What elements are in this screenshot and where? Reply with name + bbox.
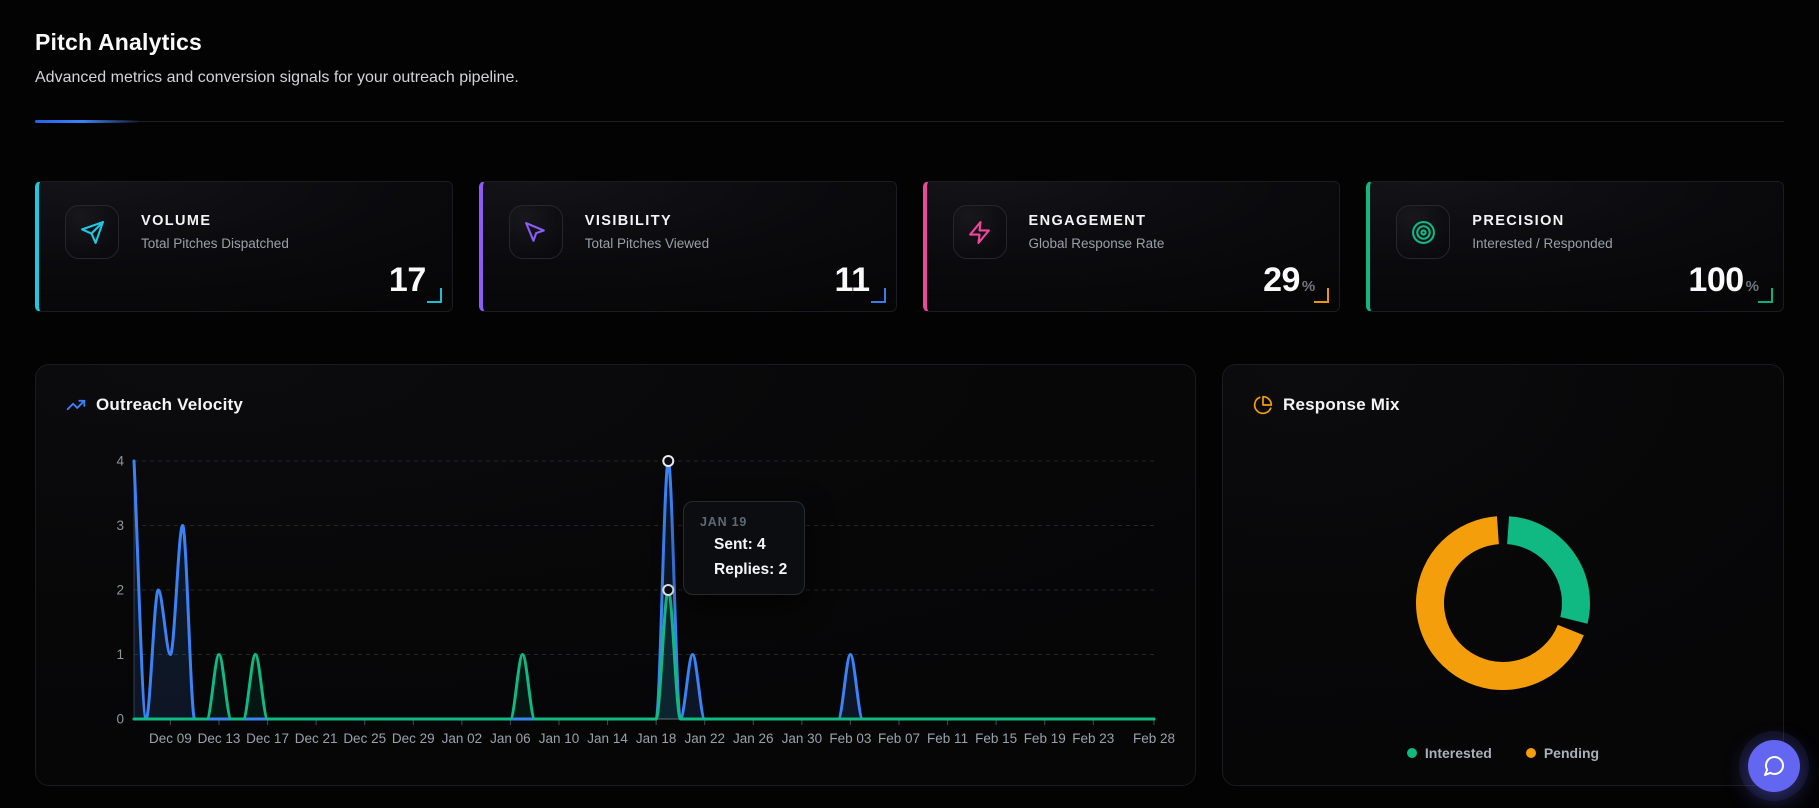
chat-icon	[1764, 756, 1784, 776]
divider-accent	[35, 120, 141, 123]
legend-item-interested: Interested	[1406, 745, 1492, 761]
svg-text:2: 2	[116, 583, 124, 598]
legend-dot-interested	[1406, 748, 1417, 758]
stat-label: ENGAGEMENT	[1028, 213, 1147, 229]
svg-text:Dec 21: Dec 21	[295, 731, 338, 746]
charts-row: Outreach Velocity 0 1 2 3 4 Dec 09 Dec 13 Dec 1…	[35, 364, 1784, 786]
corner-accent	[870, 288, 886, 303]
stat-description: Total Pitches Viewed	[584, 236, 710, 251]
stat-value: 11	[834, 261, 870, 299]
stat-label: VOLUME	[141, 213, 212, 229]
svg-text:Jan 14: Jan 14	[587, 731, 628, 746]
svg-text:Dec 17: Dec 17	[246, 731, 289, 746]
svg-text:Jan 06: Jan 06	[490, 731, 531, 746]
outreach-velocity-card: Outreach Velocity 0 1 2 3 4 Dec 09 Dec 13 Dec 1…	[35, 364, 1196, 786]
chat-button[interactable]	[1748, 740, 1800, 792]
svg-text:Jan 22: Jan 22	[684, 731, 725, 746]
chart-legend: Interested Pending	[1223, 745, 1783, 761]
pitch-analytics-page: Pitch Analytics Advanced metrics and con…	[0, 0, 1819, 808]
stat-description: Interested / Responded	[1472, 236, 1613, 251]
stat-label: VISIBILITY	[584, 213, 673, 229]
stat-value: 29%	[1263, 261, 1316, 299]
svg-text:Feb 28: Feb 28	[1133, 731, 1175, 746]
stat-card-volume: VOLUME Total Pitches Dispatched 17	[35, 181, 453, 312]
target-icon	[1396, 205, 1451, 259]
page-subtitle: Advanced metrics and conversion signals …	[35, 69, 519, 86]
chart-tooltip: JAN 19 Sent: 4 Replies: 2	[683, 501, 805, 595]
cursor-icon	[508, 205, 563, 259]
stat-card-visibility: VISIBILITY Total Pitches Viewed 11	[478, 181, 897, 312]
stat-card-engagement: ENGAGEMENT Global Response Rate 29%	[922, 181, 1341, 312]
response-mix-card: Response Mix Interested Pending	[1222, 364, 1784, 786]
page-title: Pitch Analytics	[35, 29, 203, 55]
legend-dot-pending	[1525, 748, 1536, 758]
legend-item-pending: Pending	[1525, 745, 1599, 761]
tooltip-replies: Replies: 2	[714, 561, 788, 578]
stat-value: 17	[388, 261, 426, 299]
stat-label: PRECISION	[1472, 213, 1565, 229]
svg-text:0: 0	[116, 712, 124, 727]
svg-text:Dec 09: Dec 09	[149, 731, 192, 746]
svg-text:Jan 30: Jan 30	[782, 731, 823, 746]
bolt-icon	[952, 205, 1007, 259]
svg-text:1: 1	[116, 647, 124, 662]
trending-up-icon	[66, 399, 86, 411]
velocity-line-chart[interactable]: 0 1 2 3 4 Dec 09 Dec 13 Dec 17 Dec 21 Dec 25 Dec 2…	[64, 435, 1184, 755]
svg-text:Feb 07: Feb 07	[878, 731, 920, 746]
svg-text:Feb 11: Feb 11	[927, 731, 968, 746]
svg-text:Dec 25: Dec 25	[343, 731, 386, 746]
stat-description: Global Response Rate	[1028, 236, 1165, 251]
tooltip-sent: Sent: 4	[714, 536, 766, 553]
tooltip-date: JAN 19	[700, 515, 748, 529]
svg-text:4: 4	[116, 454, 124, 469]
chart-title: Outreach Velocity	[96, 395, 244, 414]
corner-accent	[426, 288, 442, 303]
corner-accent	[1314, 288, 1330, 303]
divider-line	[35, 121, 1784, 122]
svg-text:Jan 10: Jan 10	[539, 731, 580, 746]
corner-accent	[1758, 288, 1773, 303]
svg-text:Feb 15: Feb 15	[975, 731, 1017, 746]
stats-row: VOLUME Total Pitches Dispatched 17 VISIB…	[35, 181, 1784, 312]
stat-value: 100%	[1688, 261, 1759, 299]
stat-card-precision: PRECISION Interested / Responded 100%	[1366, 181, 1784, 312]
pie-chart-icon	[1253, 395, 1273, 415]
svg-text:Jan 18: Jan 18	[636, 731, 677, 746]
send-icon	[65, 205, 119, 259]
svg-text:Feb 19: Feb 19	[1024, 731, 1066, 746]
svg-text:Feb 03: Feb 03	[829, 731, 871, 746]
svg-text:Dec 13: Dec 13	[198, 731, 241, 746]
response-mix-donut[interactable]	[1383, 483, 1623, 723]
stat-description: Total Pitches Dispatched	[141, 236, 289, 251]
svg-text:Feb 23: Feb 23	[1072, 731, 1114, 746]
page-header: Pitch Analytics Advanced metrics and con…	[0, 0, 1819, 123]
svg-text:Dec 29: Dec 29	[392, 731, 435, 746]
svg-text:Jan 26: Jan 26	[733, 731, 774, 746]
header-divider	[35, 120, 1784, 123]
svg-text:Jan 02: Jan 02	[442, 731, 483, 746]
chart-title: Response Mix	[1283, 395, 1400, 414]
svg-text:3: 3	[116, 518, 124, 533]
